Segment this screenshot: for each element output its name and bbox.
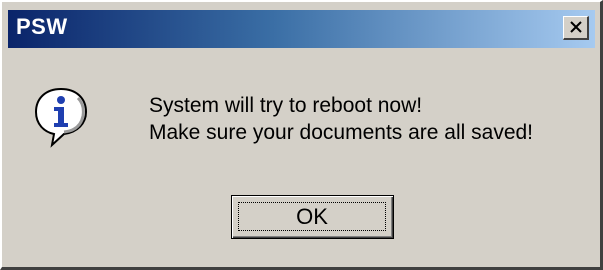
message-line-1: System will try to reboot now! bbox=[149, 94, 423, 117]
close-icon bbox=[569, 21, 583, 34]
dialog-message: System will try to reboot now! Make sure… bbox=[149, 92, 533, 146]
message-line-2: Make sure your documents are all saved! bbox=[149, 121, 534, 144]
information-icon bbox=[32, 86, 90, 148]
message-dialog: PSW System will try to reboot now! Make … bbox=[0, 0, 603, 270]
window-title: PSW bbox=[16, 14, 68, 39]
ok-button-label: OK bbox=[238, 202, 386, 231]
ok-button[interactable]: OK bbox=[231, 195, 394, 239]
close-button[interactable] bbox=[563, 16, 589, 40]
title-bar[interactable]: PSW bbox=[8, 10, 595, 48]
